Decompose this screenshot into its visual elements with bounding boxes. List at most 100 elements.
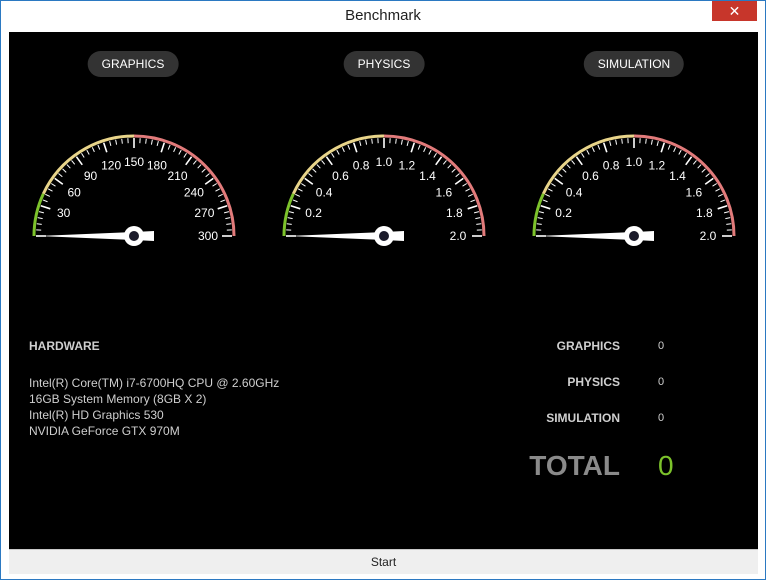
simulation-gauge-tick-label: 1.6	[686, 186, 703, 200]
physics-gauge-label: PHYSICS	[343, 51, 425, 77]
graphics-gauge-tick	[173, 147, 177, 153]
graphics-gauge-tick-label: 90	[84, 169, 98, 183]
physics-gauge: 0.2 0.4 0.6 0.8 1.0 1.21.41.6 1.8 2.0	[282, 134, 486, 246]
graphics-gauge-tick	[71, 160, 76, 165]
simulation-gauge-tick	[705, 173, 710, 178]
hardware-discrete-gpu: NVIDIA GeForce GTX 970M	[29, 424, 180, 438]
graphics-gauge-tick	[58, 173, 63, 178]
physics-gauge-arc-red	[383, 134, 486, 237]
graphics-gauge-tick	[192, 160, 197, 165]
simulation-gauge-tick	[542, 199, 548, 203]
simulation-gauge-tick	[717, 204, 728, 210]
physics-gauge-tick	[454, 177, 464, 185]
start-button[interactable]: Start	[9, 549, 758, 574]
graphics-gauge-tick	[217, 193, 223, 197]
graphics-gauge-tick	[36, 223, 42, 225]
simulation-gauge-tick	[701, 168, 706, 173]
simulation-gauge-hub-center	[629, 231, 639, 241]
physics-gauge-tick	[316, 164, 321, 169]
graphics-gauge-tick	[42, 199, 48, 203]
physics-gauge-tick	[312, 168, 317, 173]
physics-score-label: PHYSICS	[567, 375, 620, 389]
graphics-gauge-tick	[45, 193, 51, 197]
graphics-gauge-tick-label: 150	[124, 155, 144, 169]
simulation-gauge-tick-label: 0.6	[582, 169, 599, 183]
physics-gauge-tick	[475, 217, 481, 220]
physics-gauge-tick	[304, 177, 314, 185]
graphics-gauge-tick	[37, 217, 43, 220]
graphics-gauge-tick	[81, 152, 85, 158]
simulation-gauge-tick	[667, 144, 671, 150]
physics-gauge-tick	[476, 223, 482, 225]
physics-gauge-tick-label: 0.8	[353, 159, 370, 173]
physics-gauge-tick-label: 0.2	[305, 206, 322, 220]
graphics-gauge-tick	[62, 168, 67, 173]
simulation-gauge-tick	[591, 147, 595, 153]
physics-gauge-tick	[447, 164, 452, 169]
simulation-gauge-tick	[645, 138, 647, 144]
graphics-gauge-tick	[150, 139, 153, 145]
physics-gauge-tick	[321, 160, 326, 165]
simulation-gauge-tick	[717, 193, 723, 197]
simulation-gauge-tick	[545, 193, 551, 197]
graphics-gauge-tick	[115, 139, 118, 145]
graphics-gauge-tick-label: 300	[198, 229, 218, 243]
physics-gauge-tick	[297, 188, 303, 192]
physics-gauge-tick	[455, 173, 460, 178]
physics-gauge-tick	[325, 156, 333, 166]
graphics-gauge-tick-label: 210	[167, 169, 187, 183]
physics-gauge-tick	[292, 199, 298, 203]
simulation-gauge-tick	[597, 144, 601, 150]
simulation-gauge-tick	[566, 164, 571, 169]
physics-gauge-tick	[371, 138, 373, 144]
graphics-gauge-tick	[121, 138, 123, 144]
physics-gauge-tick	[417, 144, 421, 150]
simulation-gauge-tick	[562, 168, 567, 173]
physics-gauge-tick	[473, 211, 480, 214]
simulation-gauge-tick	[536, 223, 542, 225]
simulation-gauge-tick	[615, 139, 618, 145]
simulation-gauge-tick	[673, 147, 677, 153]
physics-gauge-tick	[462, 183, 468, 187]
graphics-gauge-tick	[185, 156, 193, 166]
graphics-gauge-tick	[156, 140, 159, 147]
simulation-gauge-tick	[650, 139, 653, 145]
simulation-gauge-tick	[581, 152, 585, 158]
simulation-gauge-tick-label: 1.0	[626, 155, 643, 169]
graphics-gauge-tick	[223, 211, 230, 214]
physics-gauge-tick	[465, 188, 471, 192]
simulation-gauge-tick	[685, 156, 693, 166]
graphics-gauge-tick	[160, 142, 166, 153]
physics-gauge-tick-label: 0.6	[332, 169, 349, 183]
physics-gauge-tick	[347, 144, 351, 150]
graphics-gauge-tick	[217, 204, 228, 210]
simulation-gauge-tick	[720, 199, 726, 203]
simulation-gauge-tick	[725, 217, 731, 220]
simulation-gauge-label: SIMULATION	[583, 51, 685, 77]
simulation-gauge-tick	[537, 217, 543, 220]
graphics-gauge-tick-label: 180	[147, 159, 167, 173]
close-button[interactable]: ✕	[712, 1, 757, 21]
simulation-score-label: SIMULATION	[546, 411, 620, 425]
graphics-gauge-tick	[66, 164, 71, 169]
physics-gauge-tick	[470, 199, 476, 203]
simulation-gauge-tick-label: 2.0	[700, 229, 717, 243]
simulation-gauge-tick-label: 0.4	[566, 186, 583, 200]
physics-gauge-tick	[395, 138, 397, 144]
simulation-gauge-tick	[550, 183, 556, 187]
physics-gauge-tick	[442, 160, 447, 165]
graphics-gauge-label: GRAPHICS	[87, 51, 179, 77]
physics-gauge-tick	[451, 168, 456, 173]
simulation-gauge-tick-label: 1.2	[649, 159, 666, 173]
physics-gauge-tick	[467, 204, 478, 210]
title-bar[interactable]: Benchmark ✕	[1, 1, 765, 31]
graphics-gauge-tick	[38, 211, 45, 214]
simulation-gauge-tick	[656, 140, 659, 147]
simulation-gauge-tick	[660, 142, 666, 153]
hardware-cpu: Intel(R) Core(TM) i7-6700HQ CPU @ 2.60GH…	[29, 376, 280, 390]
graphics-gauge-tick-label: 30	[57, 206, 71, 220]
simulation-gauge-tick	[558, 173, 563, 178]
physics-gauge-tick	[308, 173, 313, 178]
physics-gauge-tick	[365, 139, 368, 145]
simulation-gauge-tick-label: 0.8	[603, 159, 620, 173]
